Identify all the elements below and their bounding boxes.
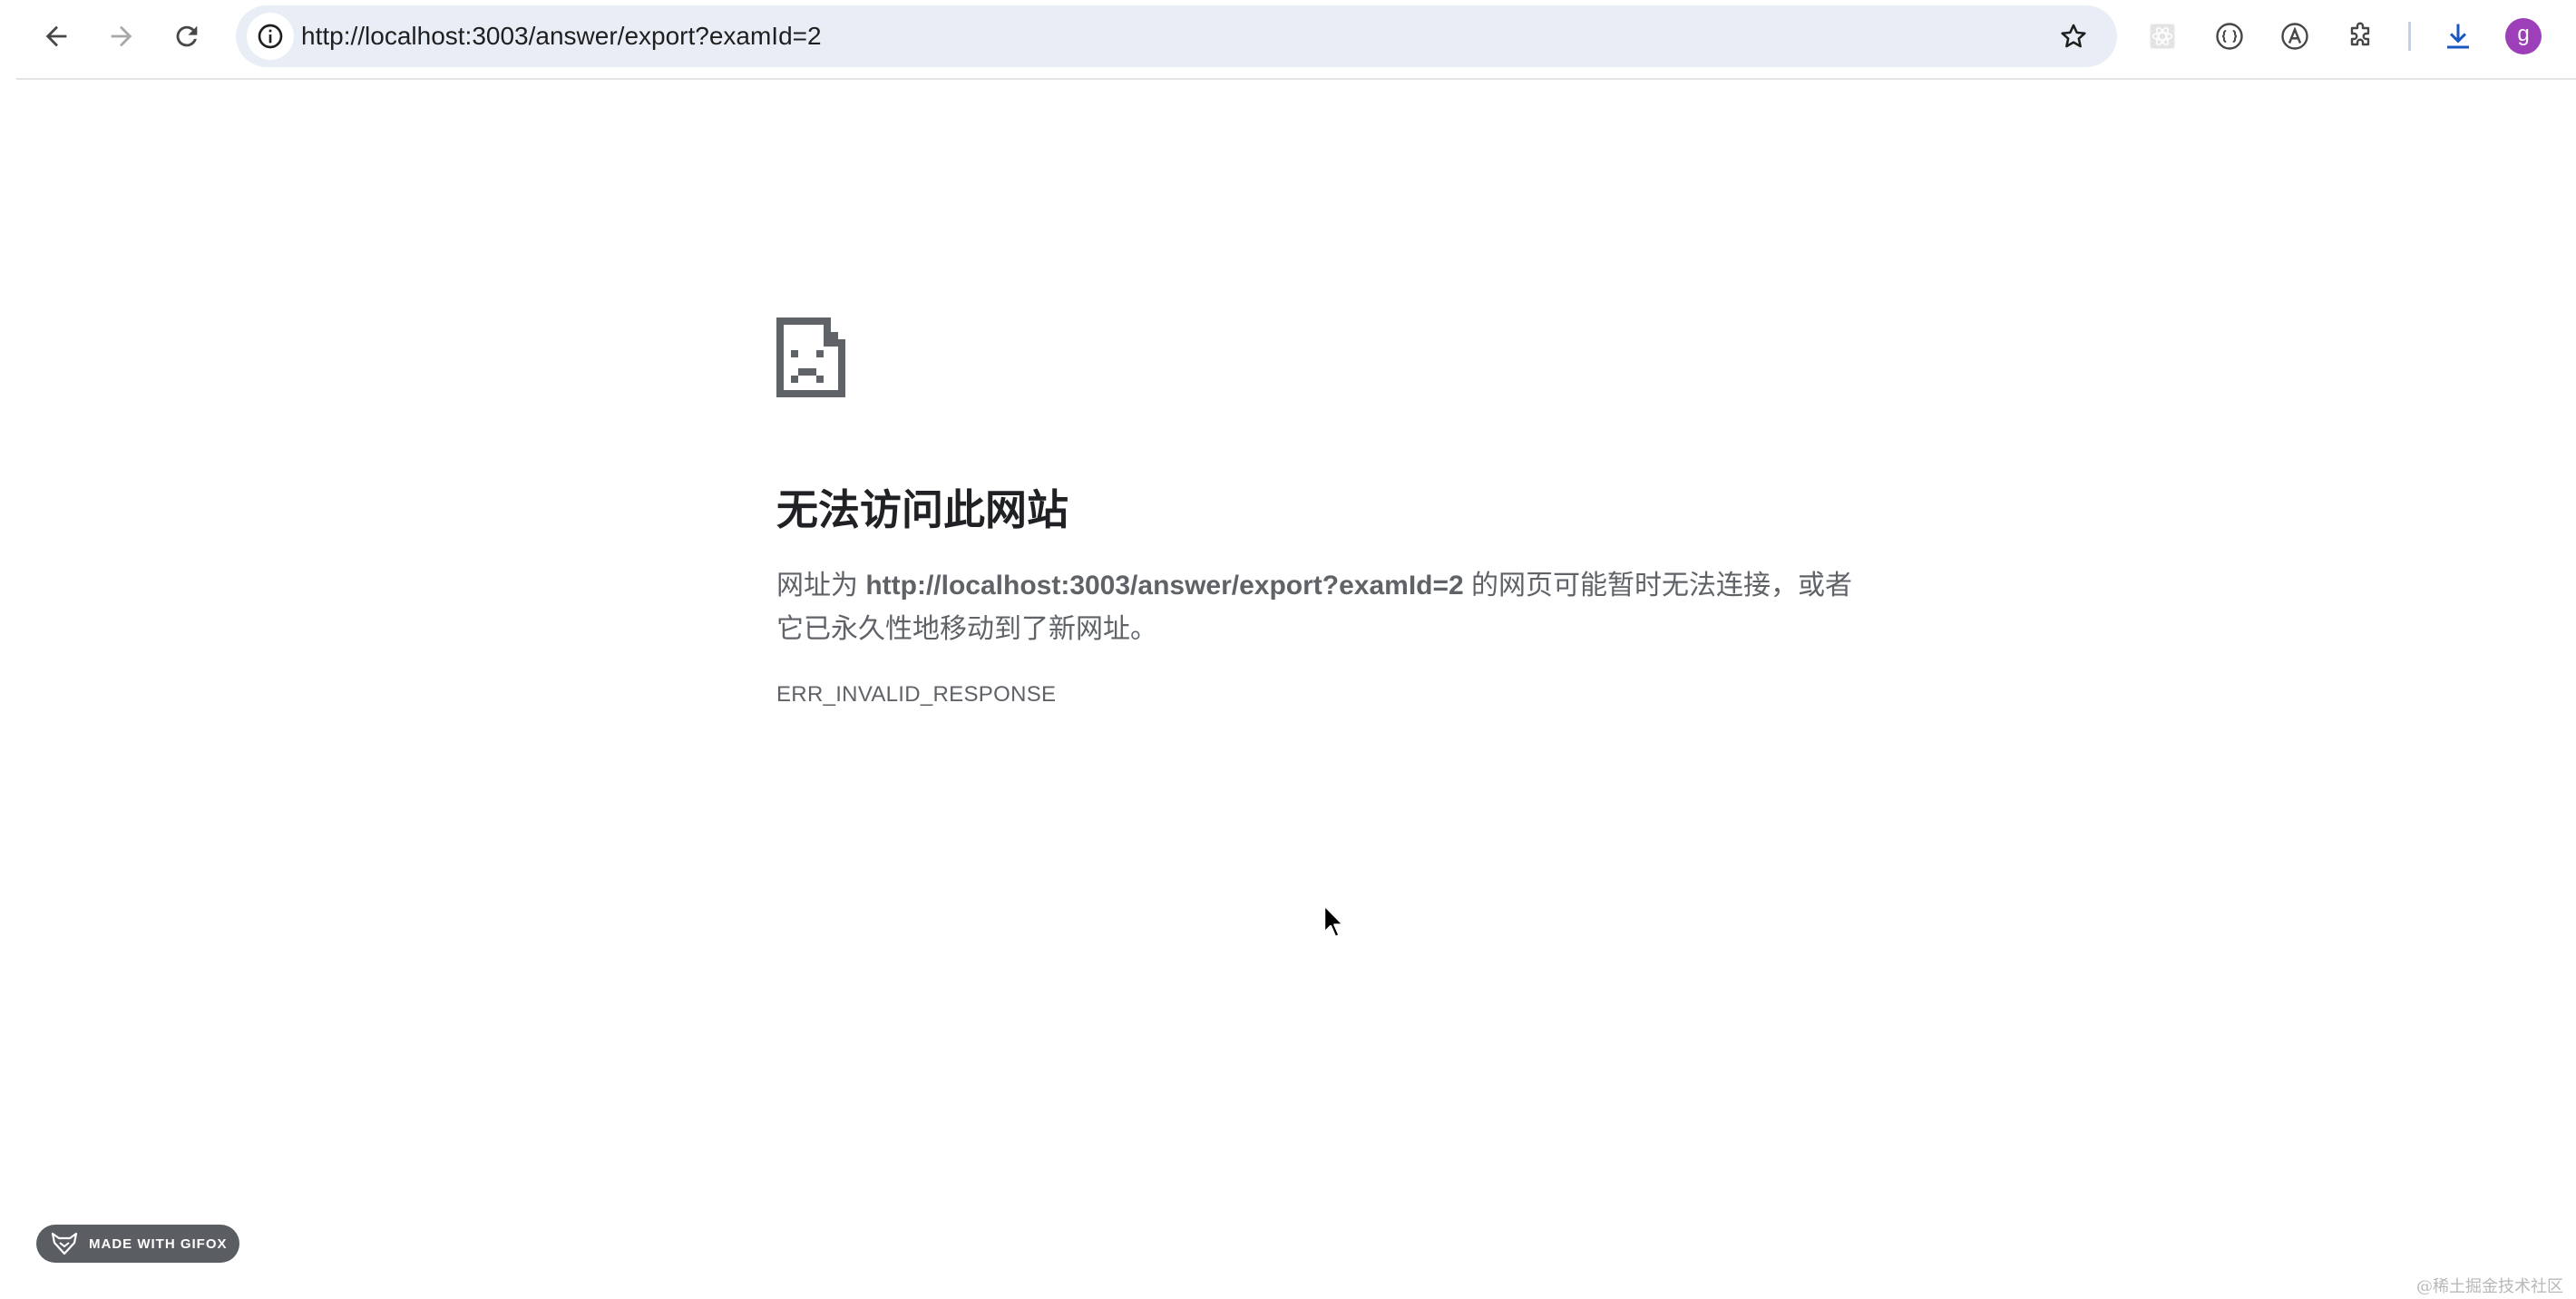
- browser-toolbar: http://localhost:3003/answer/export?exam…: [0, 0, 2576, 78]
- forward-button[interactable]: [98, 13, 145, 60]
- puzzle-piece-icon: [2350, 22, 2370, 46]
- error-description: 网址为 http://localhost:3003/answer/export?…: [776, 564, 1874, 651]
- watermark-text: @稀土掘金技术社区: [2416, 1277, 2563, 1296]
- fox-logo-icon: [51, 1232, 78, 1255]
- arrow-left-icon: [45, 25, 67, 47]
- gifox-label: MADE WITH GIFOX: [89, 1236, 228, 1252]
- site-info-icon[interactable]: [247, 13, 294, 60]
- extension-react-button[interactable]: [2139, 13, 2186, 60]
- error-desc-url: http://localhost:3003/answer/export?exam…: [865, 571, 1464, 601]
- error-title: 无法访问此网站: [776, 486, 1068, 533]
- downloads-button[interactable]: [2435, 13, 2482, 60]
- sad-page-icon: [776, 317, 845, 397]
- reload-button[interactable]: [163, 13, 210, 60]
- extension-translate-button[interactable]: [2271, 13, 2318, 60]
- bookmark-star-icon[interactable]: [2052, 15, 2095, 58]
- url-text[interactable]: http://localhost:3003/answer/export?exam…: [301, 22, 822, 51]
- back-button[interactable]: [33, 13, 80, 60]
- profile-avatar[interactable]: g: [2505, 18, 2542, 54]
- extension-react-icon: [2150, 24, 2175, 49]
- extension-json-button[interactable]: [2206, 13, 2253, 60]
- reload-icon: [176, 25, 198, 47]
- letter-a-circle-icon: [2281, 23, 2308, 50]
- toolbar-divider: [16, 78, 2576, 80]
- json-braces-icon: [2216, 23, 2243, 50]
- gifox-badge: MADE WITH GIFOX: [36, 1225, 239, 1263]
- error-desc-prefix: 网址为: [776, 571, 866, 601]
- mouse-cursor-icon: [1322, 903, 1345, 939]
- extensions-button[interactable]: [2337, 13, 2384, 60]
- toolbar-separator: [2408, 22, 2411, 51]
- arrow-right-icon: [111, 25, 132, 47]
- address-bar[interactable]: http://localhost:3003/answer/export?exam…: [236, 5, 2117, 67]
- error-code: ERR_INVALID_RESPONSE: [776, 682, 1057, 707]
- download-icon: [2447, 24, 2469, 49]
